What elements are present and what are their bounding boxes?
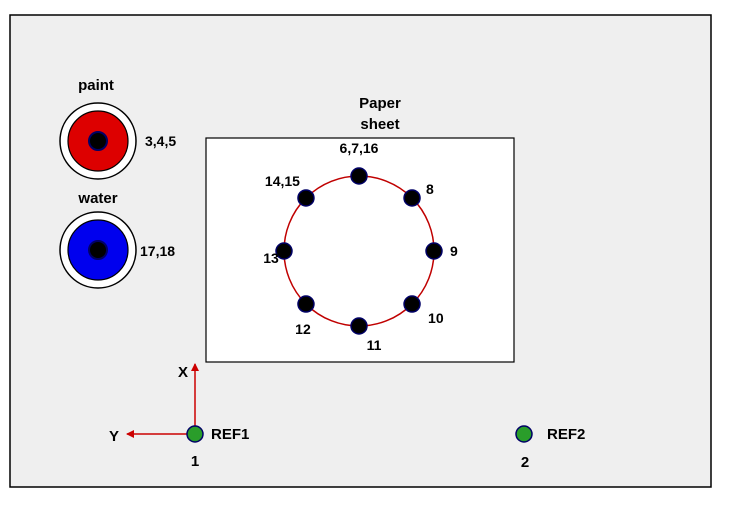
ref1-label: REF1 <box>211 426 249 443</box>
paint-label: paint <box>78 77 114 94</box>
circle-point-label: 9 <box>450 243 458 259</box>
circle-point-label: 6,7,16 <box>340 140 379 156</box>
circle-point-label: 8 <box>426 181 434 197</box>
circle-point <box>425 242 443 260</box>
paint-well-center <box>88 131 108 151</box>
diagram-svg: Paper sheet 6,7,16891011121314,15 paint … <box>9 14 712 488</box>
ref2-id: 2 <box>521 454 529 471</box>
ref2-marker <box>515 425 533 443</box>
circle-point <box>350 167 368 185</box>
water-well <box>59 211 137 289</box>
workspace-diagram: Paper sheet 6,7,16 8 9 10 11 12 13 14,15 paint … <box>0 0 732 502</box>
circle-point-label: 14,15 <box>265 173 300 189</box>
circle-point <box>403 295 421 313</box>
ref1-marker <box>186 425 204 443</box>
circle-point-label: 13 <box>263 250 279 266</box>
circle-point <box>297 189 315 207</box>
paint-well <box>59 102 137 180</box>
paint-ids: 3,4,5 <box>145 133 176 149</box>
water-well-center <box>88 240 108 260</box>
x-axis-label: X <box>178 364 188 381</box>
y-axis-label: Y <box>109 428 119 445</box>
paper-label-line2: sheet <box>360 116 399 133</box>
paper-label-line1: Paper <box>359 95 401 112</box>
circle-point <box>403 189 421 207</box>
circle-point-label: 11 <box>367 337 382 353</box>
circle-point-label: 12 <box>295 321 311 337</box>
circle-point <box>297 295 315 313</box>
ref2-label: REF2 <box>547 426 585 443</box>
circle-point <box>350 317 368 335</box>
water-ids: 17,18 <box>140 243 175 259</box>
water-label: water <box>77 190 117 207</box>
circle-point-label: 10 <box>428 310 444 326</box>
ref1-id: 1 <box>191 453 199 470</box>
